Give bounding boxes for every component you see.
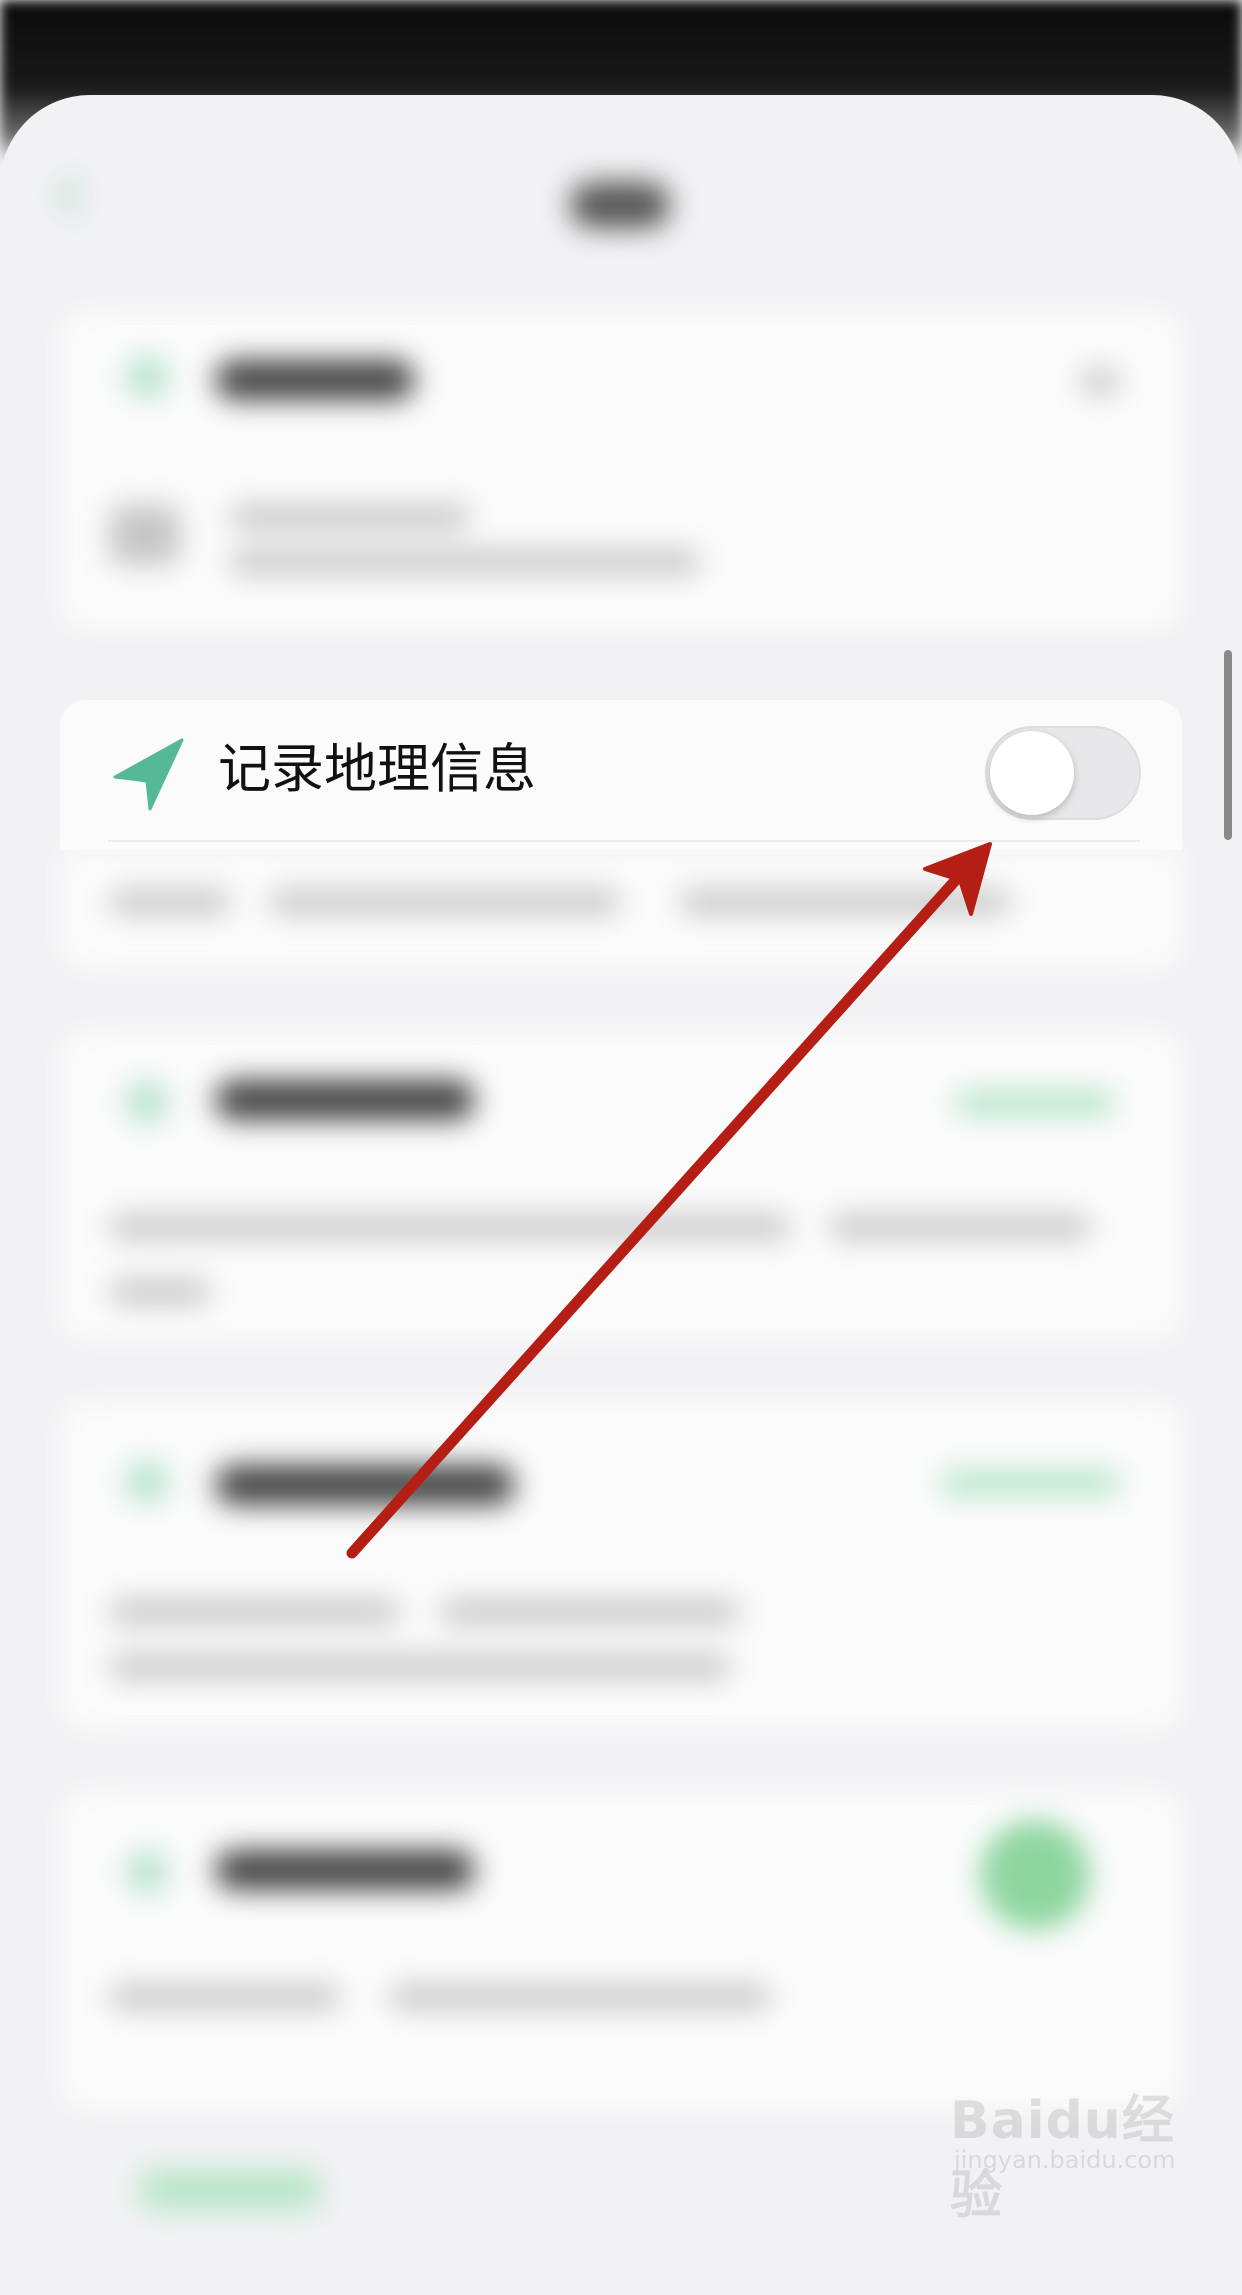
watermark-url: jingyan.baidu.com <box>954 2146 1176 2174</box>
watermark: Baidu经验 jingyan.baidu.com <box>950 2070 1190 2226</box>
annotation-arrow <box>346 842 992 1559</box>
